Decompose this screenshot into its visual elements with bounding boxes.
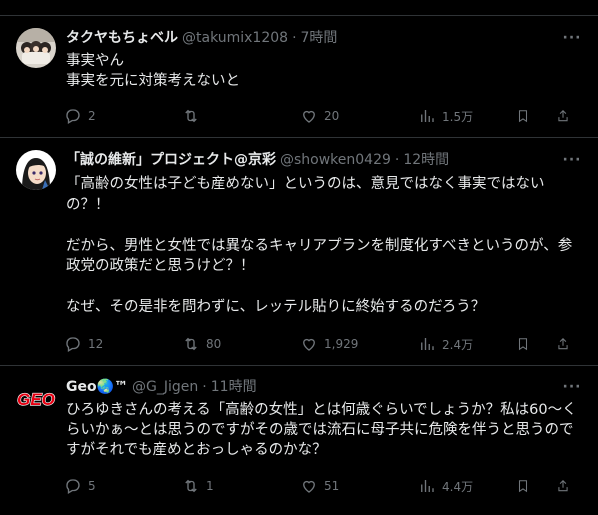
share-button[interactable] (556, 476, 576, 496)
display-name[interactable]: Geo🌏™ (66, 379, 128, 395)
bookmark-icon (518, 338, 528, 351)
more-icon[interactable]: ··· (562, 28, 582, 48)
reply-count: 2 (88, 109, 96, 123)
share-button[interactable] (556, 106, 576, 126)
views-count: 1.5万 (442, 109, 474, 124)
retweet-count: 80 (206, 337, 222, 351)
avatar-logo-text: GEO (17, 390, 55, 409)
like-icon (303, 110, 315, 123)
tweet-text: 「高齢の女性は子ども産めない」というのは、意見ではなく事実ではないの？！ だから… (66, 176, 573, 315)
tweet[interactable]: タクヤもちょベル @takumix1208 · 7時間 ··· 事実やん 事実を元に対… (0, 16, 598, 138)
tweet-text: 事実やん 事実を元に対策考えないと (66, 53, 240, 89)
action-bar: 2 20 1.5万 (64, 106, 582, 126)
retweet-count: 1 (206, 479, 214, 493)
views-count: 4.4万 (442, 479, 474, 494)
reply-icon (66, 109, 80, 124)
like-count: 1,929 (324, 337, 359, 351)
reply-button[interactable]: 2 (64, 106, 96, 126)
views-button[interactable]: 2.4万 (418, 334, 473, 354)
display-name[interactable]: 「誠の維新」プロジェクト@京彩 (66, 152, 276, 168)
views-icon (421, 480, 434, 492)
retweet-button[interactable] (182, 106, 206, 126)
retweet-button[interactable]: 1 (182, 476, 214, 496)
timestamp[interactable]: 7時間 (301, 30, 338, 46)
more-icon[interactable]: ··· (562, 377, 582, 397)
avatar[interactable] (16, 150, 56, 190)
separator-dot: · (202, 379, 207, 395)
views-button[interactable]: 1.5万 (418, 106, 473, 126)
like-count: 51 (324, 479, 340, 493)
handle[interactable]: @showken0429 (280, 152, 391, 168)
separator-dot: · (292, 30, 297, 46)
share-icon (558, 480, 568, 492)
bookmark-button[interactable] (516, 476, 536, 496)
action-bar: 5 1 51 4.4万 (64, 476, 582, 496)
reply-icon (66, 479, 80, 494)
like-count: 20 (324, 109, 340, 123)
like-button[interactable]: 20 (300, 106, 339, 126)
share-button[interactable] (556, 334, 576, 354)
views-icon (421, 338, 434, 350)
like-button[interactable]: 1,929 (300, 334, 358, 354)
handle[interactable]: @takumix1208 (182, 30, 288, 46)
action-bar: 12 80 1,929 2.4万 (64, 334, 582, 354)
timestamp[interactable]: 11時間 (211, 379, 257, 395)
tweet[interactable]: 「誠の維新」プロジェクト@京彩 @showken0429 · 12時間 ··· 「高齢… (0, 138, 598, 366)
reply-icon (66, 337, 80, 352)
reply-count: 5 (88, 479, 96, 493)
top-divider (0, 0, 598, 16)
share-icon (558, 338, 568, 350)
tweet-text: ひろゆきさんの考える「高齢の女性」とは何歳ぐらいでしょうか？私は60〜くらいかぁ… (66, 402, 577, 458)
share-icon (558, 110, 568, 122)
bookmark-button[interactable] (516, 334, 536, 354)
reply-button[interactable]: 5 (64, 476, 96, 496)
timestamp[interactable]: 12時間 (403, 152, 449, 168)
bookmark-icon (518, 480, 528, 493)
retweet-icon (185, 337, 197, 351)
avatar[interactable]: GEO (16, 378, 56, 418)
retweet-button[interactable]: 80 (182, 334, 221, 354)
retweet-icon (185, 109, 197, 123)
tweet[interactable]: GEO Geo🌏™ @G_Jigen · 11時間 ··· ひろゆきさんの考える「高齢… (0, 366, 598, 515)
views-icon (421, 110, 434, 122)
reply-count: 12 (88, 337, 104, 351)
like-button[interactable]: 51 (300, 476, 339, 496)
like-icon (303, 338, 315, 351)
like-icon (303, 480, 315, 493)
more-icon[interactable]: ··· (562, 150, 582, 170)
bookmark-button[interactable] (516, 106, 536, 126)
handle[interactable]: @G_Jigen (132, 379, 198, 395)
separator-dot: · (394, 152, 400, 168)
display-name[interactable]: タクヤもちょベル (66, 30, 178, 46)
bookmark-icon (518, 110, 528, 123)
views-button[interactable]: 4.4万 (418, 476, 473, 496)
avatar[interactable] (16, 28, 56, 68)
views-count: 2.4万 (442, 337, 474, 352)
reply-button[interactable]: 12 (64, 334, 103, 354)
retweet-icon (185, 479, 197, 493)
